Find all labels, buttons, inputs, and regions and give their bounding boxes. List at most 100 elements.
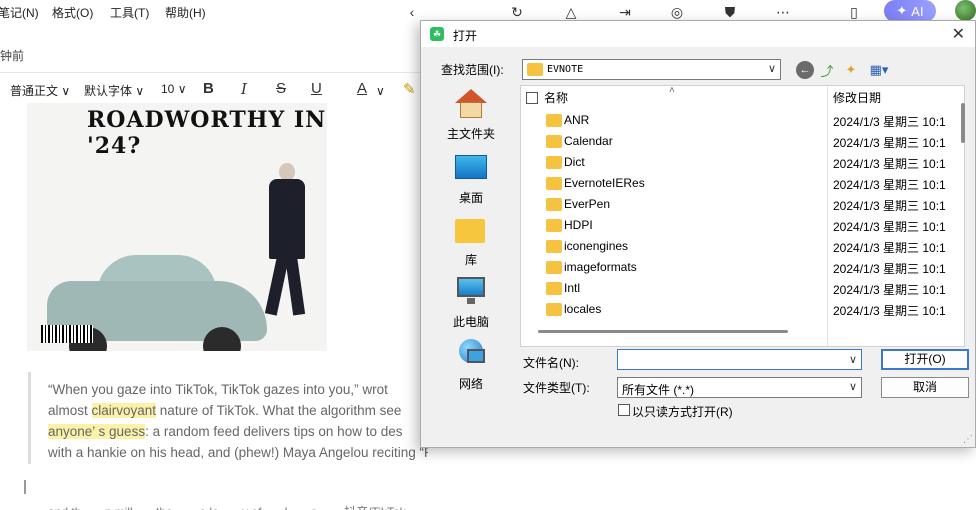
note-image[interactable]: ROADWORTHY IN '24? — [27, 103, 327, 351]
folder-icon — [546, 177, 562, 190]
strikethrough-button[interactable]: S — [276, 80, 286, 97]
look-in-combobox[interactable]: EVNOTE ∨ — [522, 59, 781, 80]
file-date: 2024/1/3 星期三 10:1 — [833, 199, 946, 213]
bell-icon[interactable]: △ — [561, 2, 581, 22]
phone-icon[interactable]: ▯ — [844, 2, 864, 22]
menu-tools[interactable]: 工具(T) — [110, 4, 149, 21]
place-library[interactable]: 库 — [427, 215, 515, 277]
person-leg-shape — [284, 254, 306, 316]
folder-icon — [546, 198, 562, 211]
file-name: Intl — [564, 281, 581, 295]
underline-button[interactable]: U — [311, 80, 322, 97]
file-list: 名称 ˄ 修改日期 ANR 2024/1/3 星期三 10:1 Calendar 20… — [520, 85, 965, 347]
place-label: 此电脑 — [452, 315, 489, 329]
file-date: 2024/1/3 星期三 10:1 — [833, 241, 946, 255]
file-date: 2024/1/3 星期三 10:1 — [833, 178, 946, 192]
menu-help[interactable]: 帮助(H) — [165, 4, 206, 21]
folder-icon — [546, 282, 562, 295]
sparkle-icon: ✦ — [896, 3, 908, 18]
file-date: 2024/1/3 星期三 10:1 — [833, 283, 946, 297]
target-icon[interactable]: ◎ — [667, 2, 687, 22]
chevron-down-icon[interactable]: ∨ — [376, 84, 385, 98]
column-header-name[interactable]: 名称 — [544, 86, 568, 110]
view-menu-icon[interactable]: ▦▾ — [866, 61, 892, 79]
place-home[interactable]: 主文件夹 — [427, 89, 515, 151]
filetype-value: 所有文件 (*.*) — [622, 383, 695, 397]
avatar[interactable] — [955, 0, 976, 21]
highlighter-icon[interactable]: ✎ — [403, 80, 416, 98]
place-network[interactable]: 网络 — [427, 339, 515, 401]
font-size-select[interactable]: 10 ∨ — [161, 82, 187, 96]
text-cursor — [24, 480, 26, 494]
dialog-titlebar: ☘ 打开 ✕ — [421, 21, 975, 47]
file-name: imageformats — [564, 260, 637, 274]
filetype-combobox[interactable]: 所有文件 (*.*) ∨ — [617, 377, 862, 398]
back-arrow-icon[interactable]: ← — [796, 61, 814, 79]
place-label: 网络 — [458, 377, 483, 391]
quote-text: “When you gaze into TikTok, TikTok gazes… — [48, 382, 388, 397]
italic-button[interactable]: I — [241, 80, 247, 98]
resize-grip-icon[interactable]: ⋰ — [963, 434, 973, 445]
file-row[interactable]: HDPI 2024/1/3 星期三 10:1 — [521, 215, 964, 236]
menu-note[interactable]: 笔记(N) — [0, 4, 39, 21]
up-folder-icon[interactable]: ⤴ — [818, 61, 836, 79]
file-date: 2024/1/3 星期三 10:1 — [833, 115, 946, 129]
place-desktop[interactable]: 桌面 — [427, 153, 515, 215]
ai-button[interactable]: ✦ AI — [884, 0, 936, 22]
font-family-value: 默认字体 — [84, 84, 133, 98]
cancel-button[interactable]: 取消 — [881, 377, 969, 398]
file-date: 2024/1/3 星期三 10:1 — [833, 262, 946, 276]
place-label: 主文件夹 — [446, 127, 495, 141]
network-icon — [455, 339, 487, 369]
toolbar-divider — [0, 72, 420, 73]
more-icon[interactable]: ⋯ — [773, 2, 793, 22]
file-row[interactable]: EvernoteIERes 2024/1/3 星期三 10:1 — [521, 173, 964, 194]
chevron-down-icon: ∨ — [848, 381, 857, 393]
close-icon[interactable]: ✕ — [952, 24, 965, 44]
image-headline: ROADWORTHY IN '24? — [87, 107, 327, 159]
chevron-down-icon: ∨ — [135, 84, 145, 98]
chevron-down-icon: ∨ — [767, 63, 776, 75]
highlighted-text: clairvoyant — [91, 403, 157, 418]
select-all-checkbox[interactable] — [526, 92, 538, 104]
folder-icon — [527, 63, 543, 76]
quote-line: with a hankie on his head, and (phew!) M… — [48, 443, 428, 463]
file-row[interactable]: Dict 2024/1/3 星期三 10:1 — [521, 152, 964, 173]
place-this-pc[interactable]: 此电脑 — [427, 277, 515, 339]
horizontal-scrollbar[interactable] — [538, 330, 788, 333]
column-header-modified[interactable]: 修改日期 — [833, 86, 881, 110]
vertical-scrollbar[interactable] — [961, 103, 965, 143]
menu-format[interactable]: 格式(O) — [52, 4, 93, 21]
quote-text: : a random feed delivers tips on how to … — [145, 424, 403, 439]
file-row[interactable]: ANR 2024/1/3 星期三 10:1 — [521, 110, 964, 131]
font-family-select[interactable]: 默认字体 ∨ — [84, 82, 144, 99]
sync-icon[interactable]: ↻ — [507, 2, 527, 22]
share-icon[interactable]: ⇥ — [615, 2, 635, 22]
quote-text: almost — [48, 403, 92, 418]
file-row[interactable]: EverPen 2024/1/3 星期三 10:1 — [521, 194, 964, 215]
file-row[interactable]: Calendar 2024/1/3 星期三 10:1 — [521, 131, 964, 152]
readonly-checkbox[interactable] — [618, 404, 630, 416]
font-color-button[interactable]: A — [357, 80, 367, 97]
paragraph-style-select[interactable]: 普通正文 ∨ — [10, 82, 70, 99]
open-file-dialog: ☘ 打开 ✕ 查找范围(I): EVNOTE ∨ ← ⤴ ✦ ▦▾ 主文件夹 桌… — [420, 20, 976, 448]
file-name: EverPen — [564, 197, 611, 211]
filetype-label: 文件类型(T): — [523, 381, 590, 395]
new-folder-icon[interactable]: ✦ — [842, 61, 860, 79]
file-date: 2024/1/3 星期三 10:1 — [833, 157, 946, 171]
chevron-down-icon: ∨ — [177, 82, 187, 96]
dialog-title: 打开 — [453, 29, 478, 43]
back-icon[interactable]: ‹ — [402, 2, 422, 22]
folder-icon — [546, 114, 562, 127]
file-row[interactable]: locales 2024/1/3 星期三 10:1 — [521, 299, 964, 320]
filename-input[interactable] — [617, 349, 862, 370]
file-row[interactable]: imageformats 2024/1/3 星期三 10:1 — [521, 257, 964, 278]
look-in-label: 查找范围(I): — [441, 63, 504, 77]
file-row[interactable]: iconengines 2024/1/3 星期三 10:1 — [521, 236, 964, 257]
shield-icon[interactable]: ⛊ — [720, 2, 740, 22]
file-name: Dict — [564, 155, 585, 169]
file-row[interactable]: Intl 2024/1/3 星期三 10:1 — [521, 278, 964, 299]
computer-icon — [455, 277, 487, 307]
bold-button[interactable]: B — [203, 80, 214, 97]
open-button[interactable]: 打开(O) — [881, 349, 969, 370]
